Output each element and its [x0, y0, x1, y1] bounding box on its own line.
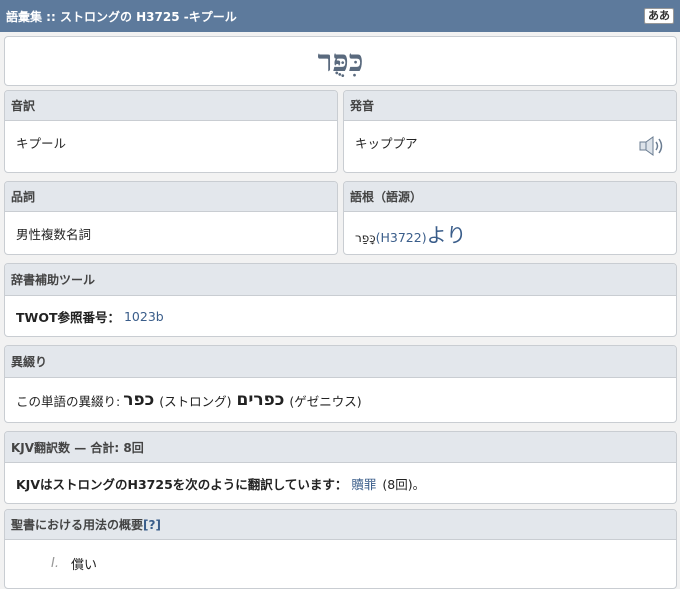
- part-of-speech-box: 品詞 男性複数名詞: [4, 181, 338, 255]
- speaker-icon[interactable]: [639, 135, 665, 160]
- dictionary-aids-body: TWOT参照番号： 1023b: [5, 296, 676, 336]
- title-bar: 語彙集 :: ストロングの H3725 -キプール ああ: [0, 0, 680, 32]
- outline-help-link[interactable]: [?]: [143, 518, 161, 532]
- pronunciation-body: キッププア: [344, 121, 676, 172]
- root-hebrew: כָּפַר: [355, 230, 376, 245]
- hebrew-word: כִּפֻּר: [317, 43, 364, 79]
- root-suffix: より: [426, 222, 467, 247]
- dictionary-aids-box: 辞書補助ツール TWOT参照番号： 1023b: [4, 263, 677, 337]
- transliteration-body: キプール: [5, 121, 337, 172]
- transliteration-value: キプール: [16, 136, 67, 151]
- kjv-count: (8回)。: [382, 476, 426, 492]
- outline-item: I. 償い: [5, 540, 676, 586]
- twot-label: TWOT参照番号：: [16, 309, 120, 325]
- kjv-box: KJV翻訳数 — 合計: 8回 KJVはストロングのH3725を次のように翻訳し…: [4, 431, 677, 504]
- pronunciation-header: 発音: [344, 91, 676, 121]
- part-of-speech-value: 男性複数名詞: [16, 226, 92, 242]
- outline-item-text: 償い: [71, 557, 98, 573]
- root-body: כָּפַר(H3722)より: [344, 212, 676, 254]
- root-code: (H3722): [375, 229, 427, 245]
- font-size-button[interactable]: ああ: [644, 8, 674, 24]
- variants-box: 異綴り この単語の異綴り: כפר (ストロング) כפרים (ゲゼニウス): [4, 345, 677, 423]
- variant-1: כפר: [123, 390, 155, 410]
- outline-list: I. 償い: [5, 540, 676, 586]
- outline-header: 聖書における用法の概要 [?]: [5, 510, 676, 540]
- variants-body: この単語の異綴り: כפר (ストロング) כפרים (ゲゼニウス): [5, 378, 676, 422]
- root-header: 語根（語源）: [344, 182, 676, 212]
- part-of-speech-body: 男性複数名詞: [5, 212, 337, 254]
- variants-prefix: この単語の異綴り:: [16, 393, 121, 409]
- lexicon-content: כִּפֻּר 音訳 キプール 発音 キッププア 品詞 男性複数名詞 語根（語源…: [0, 32, 680, 589]
- variants-header: 異綴り: [5, 346, 676, 378]
- dictionary-aids-header: 辞書補助ツール: [5, 264, 676, 296]
- variant-2: כפרים: [236, 390, 285, 410]
- root-link[interactable]: כָּפַר(H3722)より: [355, 219, 466, 248]
- pronunciation-value: キッププア: [355, 136, 418, 151]
- variant-1-source: (ストロング): [159, 393, 232, 409]
- kjv-text: KJVはストロングのH3725を次のように翻訳しています：: [16, 476, 348, 492]
- root-box: 語根（語源） כָּפַר(H3722)より: [343, 181, 677, 255]
- row-pos-root: 品詞 男性複数名詞 語根（語源） כָּפַר(H3722)より: [4, 181, 677, 255]
- kjv-body: KJVはストロングのH3725を次のように翻訳しています： 贖罪 (8回)。: [5, 463, 676, 503]
- twot-link[interactable]: 1023b: [124, 309, 164, 324]
- hebrew-word-box: כִּפֻּר: [4, 36, 677, 86]
- kjv-header: KJV翻訳数 — 合計: 8回: [5, 432, 676, 463]
- part-of-speech-header: 品詞: [5, 182, 337, 212]
- transliteration-box: 音訳 キプール: [4, 90, 338, 173]
- transliteration-header: 音訳: [5, 91, 337, 121]
- outline-box: 聖書における用法の概要 [?] I. 償い: [4, 509, 677, 589]
- page-title: 語彙集 :: ストロングの H3725 -キプール: [6, 9, 237, 24]
- outline-item-number: I.: [51, 555, 59, 571]
- row-transliteration-pronunciation: 音訳 キプール 発音 キッププア: [4, 90, 677, 173]
- outline-title: 聖書における用法の概要: [11, 518, 144, 532]
- pronunciation-box: 発音 キッププア: [343, 90, 677, 173]
- variant-2-source: (ゲゼニウス): [289, 393, 362, 409]
- kjv-translation-link[interactable]: 贖罪: [351, 474, 376, 493]
